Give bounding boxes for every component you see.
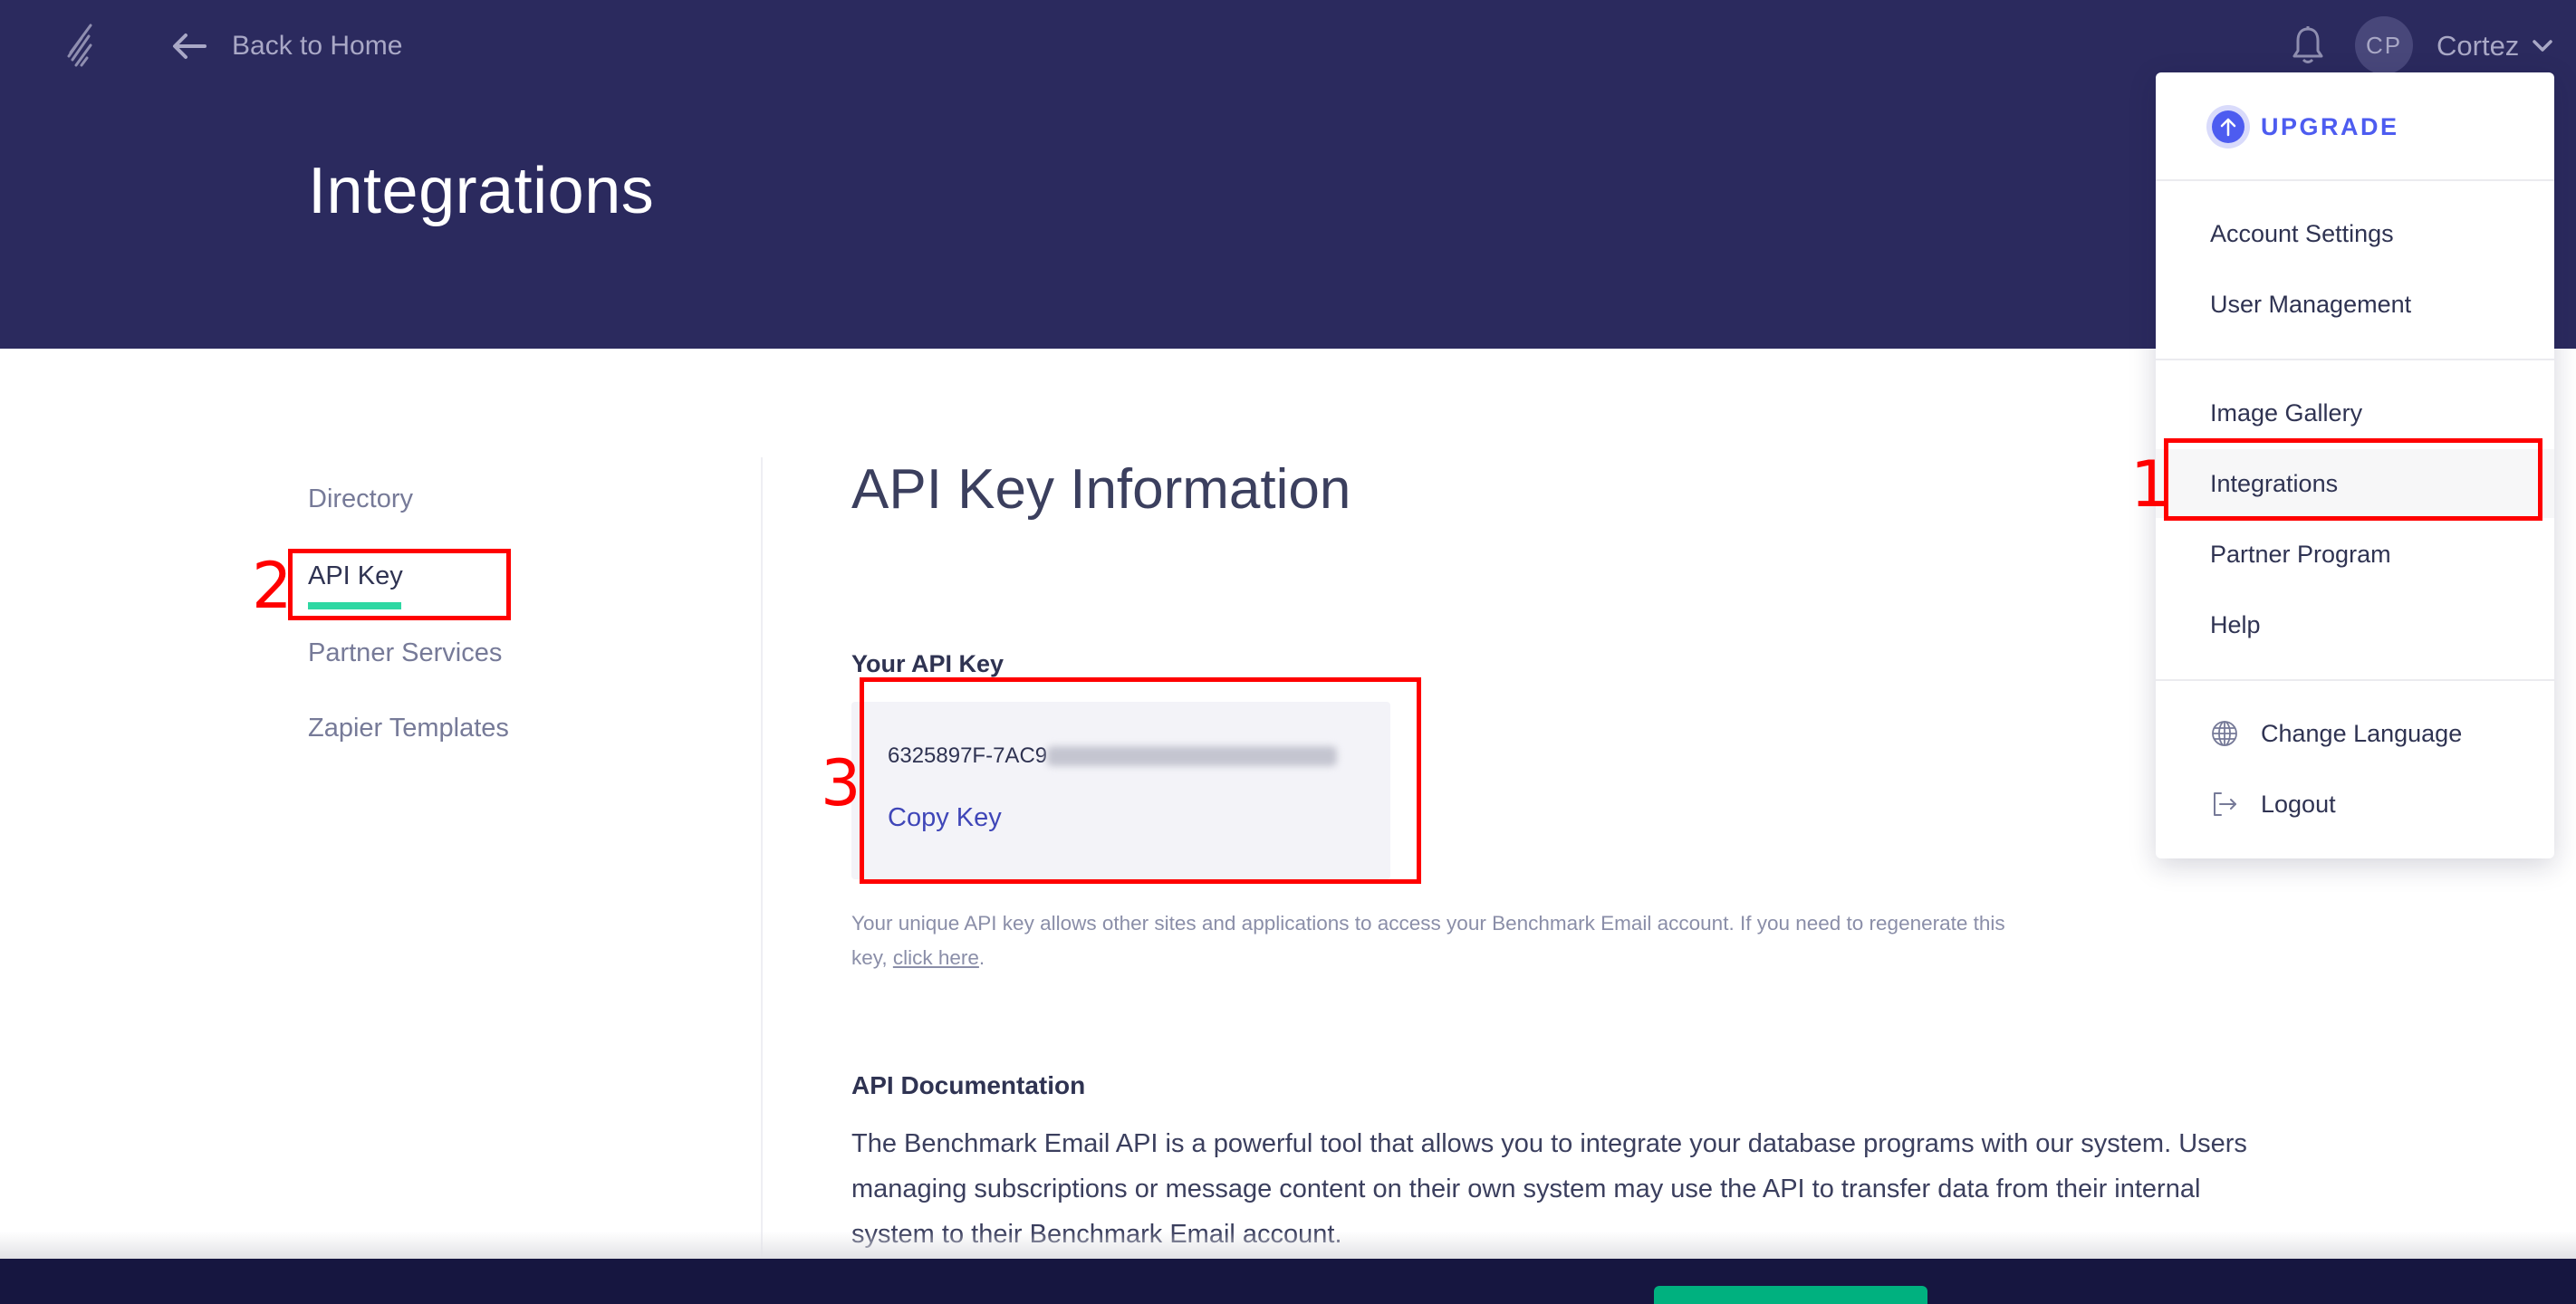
page-title: Integrations <box>308 155 655 227</box>
api-key-box: 6325897F-7AC9 Copy Key <box>851 702 1390 879</box>
sidebar-item-zapier-templates[interactable]: Zapier Templates <box>308 714 509 743</box>
menu-item-account-settings[interactable]: Account Settings <box>2156 199 2554 268</box>
menu-item-user-management[interactable]: User Management <box>2156 270 2554 339</box>
menu-item-logout[interactable]: Logout <box>2156 770 2554 839</box>
globe-icon <box>2212 721 2237 746</box>
sidebar-divider <box>761 457 763 1259</box>
user-menu-toggle[interactable]: Cortez <box>2437 25 2553 67</box>
menu-divider <box>2156 359 2554 360</box>
regenerate-key-link[interactable]: click here <box>893 946 979 969</box>
arrow-up-circle-icon <box>2206 105 2250 149</box>
sidebar-item-directory[interactable]: Directory <box>308 484 413 514</box>
logout-icon <box>2214 792 2236 816</box>
upgrade-button[interactable]: UPGRADE <box>2206 104 2399 149</box>
annotation-number-2: 2 <box>252 549 293 623</box>
menu-divider <box>2156 679 2554 681</box>
api-key-help-text: Your unique API key allows other sites a… <box>851 906 2020 975</box>
api-key-value[interactable]: 6325897F-7AC9 <box>888 743 1338 769</box>
api-key-label: Your API Key <box>851 650 1004 677</box>
api-key-prefix: 6325897F-7AC9 <box>888 743 1048 768</box>
benchmark-logo-icon[interactable] <box>63 20 105 74</box>
footer-bar <box>0 1259 2576 1304</box>
menu-item-change-language[interactable]: Change Language <box>2156 699 2554 768</box>
api-documentation-heading: API Documentation <box>851 1071 1086 1099</box>
menu-item-integrations[interactable]: Integrations <box>2156 449 2554 518</box>
sidebar-item-partner-services[interactable]: Partner Services <box>308 638 502 668</box>
menu-divider <box>2156 179 2554 181</box>
api-key-redacted <box>1047 746 1338 766</box>
menu-item-help[interactable]: Help <box>2156 590 2554 659</box>
chevron-down-icon <box>2533 40 2553 52</box>
back-to-home-link[interactable]: Back to Home <box>172 25 402 67</box>
active-tab-indicator <box>308 602 401 609</box>
menu-item-partner-program[interactable]: Partner Program <box>2156 520 2554 589</box>
change-language-label: Change Language <box>2261 719 2463 747</box>
footer-action-button[interactable] <box>1654 1286 1927 1304</box>
footer-fade <box>0 1232 2576 1259</box>
help-text-suffix: . <box>978 946 985 969</box>
help-text-body: Your unique API key allows other sites a… <box>851 912 2005 969</box>
section-heading: API Key Information <box>851 458 1351 521</box>
back-to-home-label: Back to Home <box>232 31 403 61</box>
logout-label: Logout <box>2261 790 2336 818</box>
bell-icon[interactable] <box>2292 25 2324 65</box>
upgrade-label: UPGRADE <box>2261 112 2399 140</box>
arrow-left-icon <box>173 34 207 59</box>
user-name-label: Cortez <box>2437 30 2520 62</box>
copy-key-button[interactable]: Copy Key <box>888 803 1002 833</box>
user-dropdown-menu: UPGRADE Account Settings User Management… <box>2156 72 2554 858</box>
sidebar-item-api-key[interactable]: API Key <box>308 561 403 591</box>
menu-item-image-gallery[interactable]: Image Gallery <box>2156 379 2554 447</box>
avatar[interactable]: CP <box>2355 16 2413 74</box>
